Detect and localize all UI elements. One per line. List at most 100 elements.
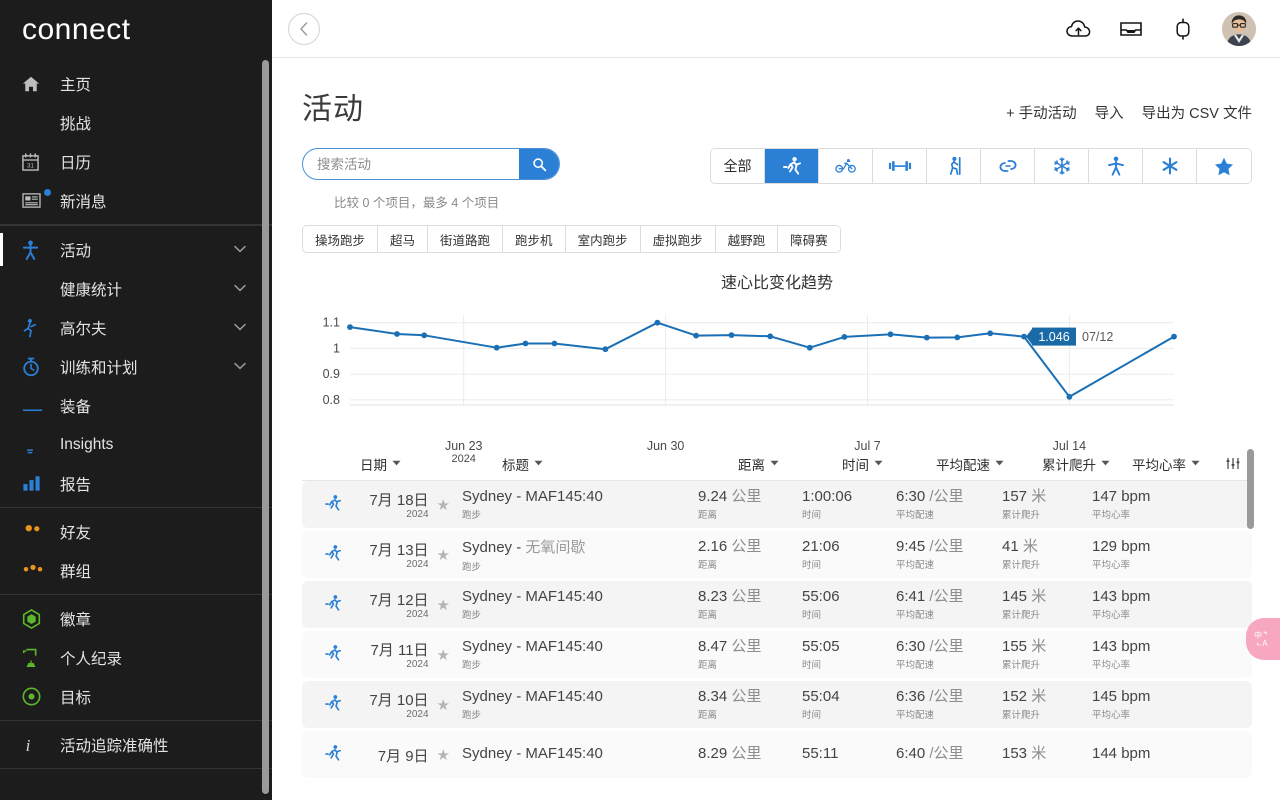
- sidebar-item-主页[interactable]: 主页: [0, 64, 272, 103]
- row-title-cell[interactable]: Sydney - MAF145:40 跑步: [462, 588, 702, 621]
- table-scrollbar-thumb[interactable]: [1247, 449, 1254, 529]
- column-header-pace[interactable]: 平均配速: [936, 454, 1004, 474]
- sidebar-item-挑战[interactable]: 挑战: [0, 103, 272, 142]
- favorite-star-icon[interactable]: ★: [437, 646, 450, 664]
- multisport-icon: [997, 158, 1019, 174]
- favorite-star-icon[interactable]: ★: [437, 746, 450, 764]
- sidebar-item-训练和计划[interactable]: 训练和计划: [0, 347, 272, 386]
- sidebar-item-活动[interactable]: 活动: [0, 230, 272, 269]
- row-title-cell[interactable]: Sydney - MAF145:40 跑步: [462, 488, 702, 521]
- table-row[interactable]: 7月 18日 2024 ★ Sydney - MAF145:40 跑步 9.24 公里 距离…: [302, 481, 1252, 528]
- sport-tab-all[interactable]: 全部: [711, 149, 765, 183]
- export-csv-button[interactable]: 导出为 CSV 文件: [1142, 102, 1252, 123]
- column-header-distance[interactable]: 距离: [738, 454, 779, 474]
- brand-logo[interactable]: connect: [0, 0, 272, 60]
- chevron-down-icon[interactable]: [234, 244, 246, 256]
- user-avatar[interactable]: [1222, 11, 1256, 46]
- sub-tab-3[interactable]: 跑步机: [503, 226, 566, 252]
- sidebar-item-报告[interactable]: 报告: [0, 464, 272, 503]
- table-row[interactable]: 7月 12日 2024 ★ Sydney - MAF145:40 跑步 8.23 公里 距离…: [302, 581, 1252, 628]
- sport-tab-running[interactable]: [765, 149, 819, 183]
- manual-activity-button[interactable]: + 手动活动: [1006, 102, 1077, 123]
- sub-tab-2[interactable]: 街道路跑: [428, 226, 504, 252]
- column-header-hr[interactable]: 平均心率: [1132, 454, 1200, 474]
- row-hr-key: 平均心率: [1092, 610, 1131, 622]
- row-subtitle: 跑步: [462, 562, 482, 573]
- sport-tab-favorites[interactable]: [1197, 149, 1251, 183]
- sort-caret-icon[interactable]: [874, 459, 883, 468]
- sidebar-item-装备[interactable]: 装备: [0, 386, 272, 425]
- row-elevation-value: 41: [1002, 537, 1019, 555]
- sidebar-item-高尔夫[interactable]: 高尔夫: [0, 308, 272, 347]
- cloud-upload-icon[interactable]: [1066, 16, 1092, 42]
- sub-tab-0[interactable]: 操场跑步: [303, 226, 379, 252]
- svg-text:中: 中: [1254, 630, 1262, 640]
- table-row[interactable]: 7月 10日 2024 ★ Sydney - MAF145:40 跑步 8.34 公里 距离…: [302, 681, 1252, 728]
- row-elevation-key: 累计爬升: [1002, 560, 1041, 572]
- search-input[interactable]: [303, 149, 519, 179]
- sidebar-item-活动追踪准确性[interactable]: i 活动追踪准确性: [0, 725, 272, 764]
- sidebar-item-个人纪录[interactable]: 个人纪录: [0, 638, 272, 677]
- sort-caret-icon[interactable]: [770, 459, 779, 468]
- favorite-star-icon[interactable]: ★: [437, 546, 450, 564]
- chart-plot[interactable]: 0.8 0.9 1 1.1 1.046 07/12: [302, 309, 1252, 439]
- row-title-cell[interactable]: Sydney - MAF145:40 跑步: [462, 688, 702, 721]
- column-settings-icon[interactable]: [1226, 457, 1240, 470]
- row-elevation-key: 累计爬升: [1002, 510, 1041, 522]
- sub-tab-6[interactable]: 越野跑: [715, 226, 779, 252]
- main-area: 活动 + 手动活动导入导出为 CSV 文件 比较 0 个项目，最多: [272, 0, 1280, 800]
- favorite-star-icon[interactable]: ★: [437, 596, 450, 614]
- sort-caret-icon[interactable]: [995, 459, 1004, 468]
- column-header-date[interactable]: 日期: [360, 454, 401, 474]
- favorite-star-icon[interactable]: ★: [437, 696, 450, 714]
- sub-tab-5[interactable]: 虚拟跑步: [640, 226, 716, 252]
- sport-tab-winter[interactable]: [1035, 149, 1089, 183]
- sort-caret-icon[interactable]: [1101, 459, 1110, 468]
- sort-caret-icon[interactable]: [392, 459, 401, 468]
- sidebar-item-目标[interactable]: 目标: [0, 677, 272, 716]
- sport-tab-strength[interactable]: [873, 149, 927, 183]
- sidebar-scrollbar-thumb[interactable]: [262, 60, 269, 794]
- table-row[interactable]: 7月 13日 2024 ★ Sydney - 无氧间歇 跑步 2.16 公里 距离 21:06…: [302, 531, 1252, 578]
- chevron-down-icon[interactable]: [234, 283, 246, 295]
- sidebar-item-Insights[interactable]: Insights: [0, 425, 272, 464]
- chevron-down-icon[interactable]: [234, 361, 246, 373]
- sub-tab-7[interactable]: 障碍赛: [778, 226, 840, 252]
- sidebar-item-新消息[interactable]: 新消息: [0, 181, 272, 220]
- row-title-cell[interactable]: Sydney - 无氧间歇 跑步: [462, 536, 702, 573]
- row-hr-value: 143 bpm: [1092, 587, 1151, 605]
- sport-tab-multisport[interactable]: [981, 149, 1035, 183]
- table-row[interactable]: 7月 11日 2024 ★ Sydney - MAF145:40 跑步 8.47 公里 距离…: [302, 631, 1252, 678]
- topbar-icons: [1066, 11, 1256, 46]
- sidebar-scrollbar-track[interactable]: [262, 60, 269, 794]
- sport-tab-fitness[interactable]: [1089, 149, 1143, 183]
- row-title-cell[interactable]: Sydney - MAF145:40: [462, 745, 702, 764]
- back-button[interactable]: [288, 12, 320, 45]
- sport-tab-other[interactable]: [1143, 149, 1197, 183]
- sort-caret-icon[interactable]: [1191, 459, 1200, 468]
- row-title-cell[interactable]: Sydney - MAF145:40 跑步: [462, 638, 702, 671]
- sidebar-item-徽章[interactable]: 徽章: [0, 599, 272, 638]
- translate-button[interactable]: 中 A: [1246, 618, 1280, 660]
- favorite-star-icon[interactable]: ★: [437, 496, 450, 514]
- sidebar-item-好友[interactable]: 好友: [0, 512, 272, 551]
- column-header-time[interactable]: 时间: [842, 454, 883, 474]
- sub-tab-1[interactable]: 超马: [378, 226, 429, 252]
- search-button[interactable]: [519, 149, 559, 179]
- sort-caret-icon[interactable]: [534, 459, 543, 468]
- column-header-title[interactable]: 标题: [502, 454, 543, 474]
- import-button[interactable]: 导入: [1095, 102, 1124, 123]
- sport-tab-cycling[interactable]: [819, 149, 873, 183]
- sidebar-item-群组[interactable]: 群组: [0, 551, 272, 590]
- table-row[interactable]: 7月 9日 ★ Sydney - MAF145:40 8.29 公里 55:11 6:40…: [302, 731, 1252, 778]
- row-time-key: 时间: [802, 560, 822, 572]
- sidebar-item-日历[interactable]: 31 日历: [0, 142, 272, 181]
- watch-icon[interactable]: [1170, 16, 1196, 42]
- chevron-down-icon[interactable]: [234, 322, 246, 334]
- sidebar-item-健康统计[interactable]: 健康统计: [0, 269, 272, 308]
- inbox-icon[interactable]: [1118, 16, 1144, 42]
- column-header-elevation[interactable]: 累计爬升: [1042, 454, 1110, 474]
- sport-tab-hiking[interactable]: [927, 149, 981, 183]
- row-pace-value: 6:40: [896, 744, 926, 762]
- sub-tab-4[interactable]: 室内跑步: [565, 226, 641, 252]
